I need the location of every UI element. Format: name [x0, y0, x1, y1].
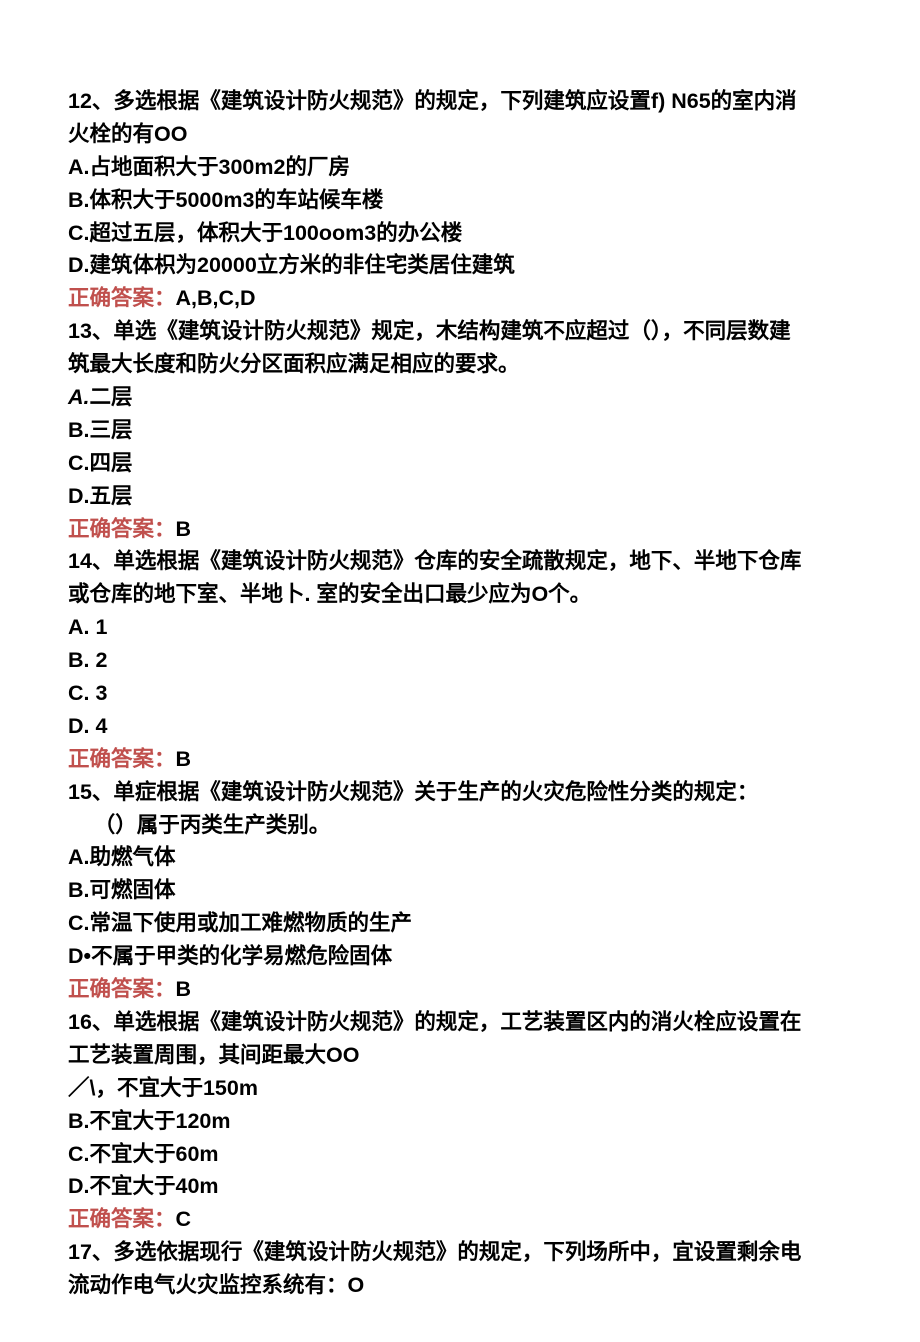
q12-option-b-text: 体积大于5000m3的车站候车楼	[90, 188, 384, 212]
q14-option-d: D. 4	[68, 710, 920, 743]
q14-stem-line2: 或仓库的地下室、半地卜. 室的安全出口最少应为O个。	[68, 578, 920, 611]
q16-option-c-text: 不宜大于60m	[90, 1142, 219, 1166]
q12-answer-value: A,B,C,D	[176, 286, 256, 310]
q15-option-c-letter: C.	[68, 911, 90, 935]
q16-stem-line2: 工艺装置周围，其间距最大OO	[68, 1039, 920, 1072]
q14-stem-line1: 14、单选根据《建筑设计防火规范》仓库的安全疏散规定，地下、半地下仓库	[68, 545, 920, 578]
q12-option-a-text: 占地面积大于300m2的厂房	[90, 155, 350, 179]
q14-answer-label: 正确答案：	[68, 747, 176, 771]
q13-option-d: D.五层	[68, 480, 920, 513]
q12-option-a: A.占地面积大于300m2的厂房	[68, 151, 920, 184]
q13-option-a-letter: A.	[68, 385, 90, 409]
q13-option-c: C.四层	[68, 447, 920, 480]
q12-stem-line2: 火栓的有OO	[68, 118, 920, 151]
q12-option-d: D.建筑体枳为20000立方米的非住宅类居住建筑	[68, 249, 920, 282]
q12-option-d-letter: D.	[68, 253, 90, 277]
q13-stem-line1: 13、单选《建筑设计防火规范》规定，木结构建筑不应超过（），不同层数建	[68, 315, 920, 348]
q16-option-d-letter: D.	[68, 1174, 90, 1198]
q13-option-c-text: 四层	[90, 451, 133, 475]
q16-answer-label: 正确答案：	[68, 1207, 176, 1231]
q15-option-a-letter: A.	[68, 845, 90, 869]
q16-option-b: B.不宜大于120m	[68, 1105, 920, 1138]
q16-answer: 正确答案：C	[68, 1203, 920, 1236]
q16-option-b-letter: B.	[68, 1109, 90, 1133]
q16-option-a: ／\，不宜大于150m	[68, 1072, 920, 1105]
q15-stem-line2: （）属于丙类生产类别。	[68, 809, 920, 842]
q15-option-d: D•不属于甲类的化学易燃危险固体	[68, 940, 920, 973]
q13-option-b-letter: B.	[68, 418, 90, 442]
q12-option-c: C.超过五层，体积大于100oom3的办公楼	[68, 217, 920, 250]
q15-stem-line1: 15、单症根据《建筑设计防火规范》关于生产的火灾危险性分类的规定：	[68, 776, 920, 809]
q12-option-a-letter: A.	[68, 155, 90, 179]
q15-answer: 正确答案：B	[68, 973, 920, 1006]
q16-option-d: D.不宜大于40m	[68, 1170, 920, 1203]
q13-option-d-letter: D.	[68, 484, 90, 508]
q12-option-b: B.体积大于5000m3的车站候车楼	[68, 184, 920, 217]
q12-option-c-letter: C.	[68, 221, 90, 245]
q12-option-d-text: 建筑体枳为20000立方米的非住宅类居住建筑	[90, 253, 515, 277]
q15-answer-value: B	[176, 977, 192, 1001]
q15-option-b-text: 可燃固体	[90, 878, 176, 902]
q13-stem-line2: 筑最大长度和防火分区面积应满足相应的要求。	[68, 348, 920, 381]
q13-option-d-text: 五层	[90, 484, 133, 508]
q16-option-c-letter: C.	[68, 1142, 90, 1166]
q17-stem-line2: 流动作电气火灾监控系统有：O	[68, 1269, 920, 1302]
q14-option-a: A. 1	[68, 611, 920, 644]
q13-option-b: B.三层	[68, 414, 920, 447]
q17-stem-line1: 17、多选依据现行《建筑设计防火规范》的规定，下列场所中，宜设置剩余电	[68, 1236, 920, 1269]
q16-option-d-text: 不宜大于40m	[90, 1174, 219, 1198]
q13-option-c-letter: C.	[68, 451, 90, 475]
q16-stem-line1: 16、单选根据《建筑设计防火规范》的规定，工艺装置区内的消火栓应设置在	[68, 1006, 920, 1039]
q12-answer-label: 正确答案：	[68, 286, 176, 310]
q14-option-c: C. 3	[68, 677, 920, 710]
q15-option-a-text: 助燃气体	[90, 845, 176, 869]
q13-option-b-text: 三层	[90, 418, 133, 442]
q14-answer-value: B	[176, 747, 192, 771]
q15-option-c: C.常温下使用或加工难燃物质的生产	[68, 907, 920, 940]
q13-option-a-text: 二层	[90, 385, 133, 409]
q15-option-a: A.助燃气体	[68, 841, 920, 874]
q15-option-b: B.可燃固体	[68, 874, 920, 907]
q14-answer: 正确答案：B	[68, 743, 920, 776]
q13-option-a: A.二层	[68, 381, 920, 414]
q12-option-c-text: 超过五层，体积大于100oom3的办公楼	[90, 221, 463, 245]
q12-answer: 正确答案：A,B,C,D	[68, 282, 920, 315]
q16-option-b-text: 不宜大于120m	[90, 1109, 231, 1133]
q13-answer: 正确答案：B	[68, 513, 920, 546]
q15-answer-label: 正确答案：	[68, 977, 176, 1001]
q15-option-c-text: 常温下使用或加工难燃物质的生产	[90, 911, 413, 935]
q15-option-d-text: 不属于甲类的化学易燃危险固体	[91, 944, 392, 968]
q16-answer-value: C	[176, 1207, 192, 1231]
q13-answer-value: B	[176, 517, 192, 541]
q15-option-d-letter: D•	[68, 944, 91, 968]
q14-option-b: B. 2	[68, 644, 920, 677]
q13-answer-label: 正确答案：	[68, 517, 176, 541]
q12-stem-line1: 12、多选根据《建筑设计防火规范》的规定，下列建筑应设置f) N65的室内消	[68, 85, 920, 118]
q15-option-b-letter: B.	[68, 878, 90, 902]
q16-option-c: C.不宜大于60m	[68, 1138, 920, 1171]
q12-option-b-letter: B.	[68, 188, 90, 212]
